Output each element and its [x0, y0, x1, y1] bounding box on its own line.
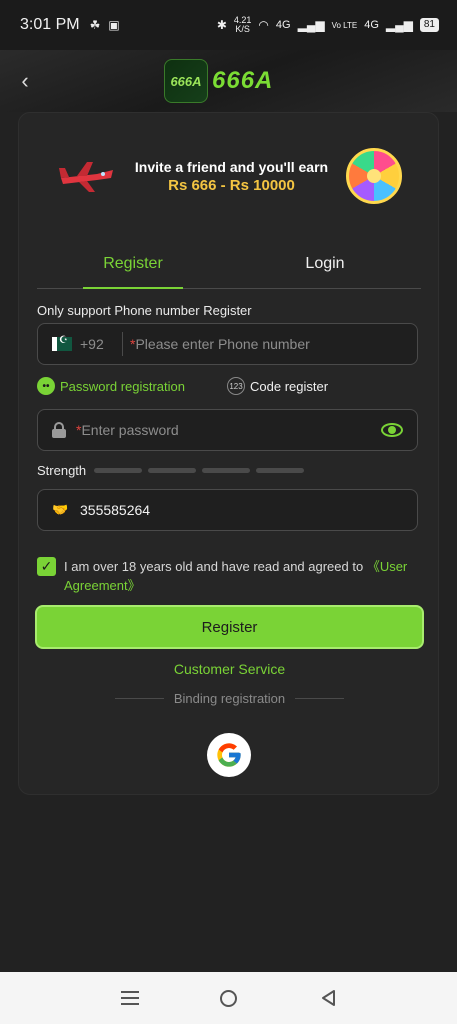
- battery-indicator: 81: [419, 18, 439, 32]
- strength-bar: [148, 468, 197, 473]
- divider: [115, 698, 164, 699]
- password-strength: Strength: [37, 463, 305, 478]
- binding-registration: Binding registration: [115, 691, 345, 706]
- app-header: ‹ 666A 666A: [0, 50, 457, 112]
- agreement-row: ✓ I am over 18 years old and have read a…: [37, 557, 421, 595]
- google-login-button[interactable]: [207, 733, 251, 777]
- prize-wheel-icon: [346, 148, 402, 204]
- strength-bar: [256, 468, 305, 473]
- password-input[interactable]: Enter password: [81, 422, 178, 438]
- password-dots-icon: ••: [37, 377, 55, 395]
- code-icon: 123: [227, 377, 245, 395]
- logo-badge: 666A: [164, 59, 208, 103]
- handshake-icon: 🤝: [52, 502, 69, 517]
- signal-icon-2: ▂▄▆: [385, 18, 413, 32]
- network-label-3: 4G: [364, 19, 379, 31]
- recent-apps-button[interactable]: [115, 983, 145, 1013]
- phone-input[interactable]: Please enter Phone number: [135, 336, 309, 352]
- strength-bar: [202, 468, 251, 473]
- app-logo: 666A 666A: [164, 58, 273, 104]
- signal-icon: ▂▄▆: [297, 18, 325, 32]
- banner-reward: Rs 666 - Rs 10000: [168, 176, 295, 194]
- invite-code-input[interactable]: 355585264: [80, 502, 150, 518]
- agreement-checkbox[interactable]: ✓: [37, 557, 56, 576]
- invite-code-field[interactable]: 🤝 355585264: [37, 489, 418, 531]
- register-card: Invite a friend and you'll earn Rs 666 -…: [18, 112, 439, 795]
- airplane-icon: [59, 162, 113, 192]
- tab-register[interactable]: Register: [37, 249, 229, 289]
- pakistan-flag-icon: [52, 335, 72, 351]
- network-label-1: 4G: [275, 19, 291, 31]
- tab-login[interactable]: Login: [229, 249, 421, 288]
- home-icon: [220, 989, 237, 1007]
- status-time: 3:01 PM: [20, 16, 80, 33]
- google-icon: [217, 743, 241, 767]
- customer-service-link[interactable]: Customer Service: [19, 661, 440, 677]
- phone-field[interactable]: +92 * Please enter Phone number: [37, 323, 418, 365]
- back-button[interactable]: ‹: [10, 66, 40, 96]
- logo-text: 666A: [212, 67, 274, 94]
- system-nav-bar: [0, 972, 457, 1024]
- menu-icon: [120, 991, 139, 1005]
- binding-label: Binding registration: [173, 691, 286, 706]
- bluetooth-icon: ✱: [216, 18, 227, 32]
- app-notification-icon: ▣: [108, 18, 120, 32]
- back-nav-button[interactable]: [313, 983, 343, 1013]
- code-register-option[interactable]: 123 Code register: [227, 377, 328, 395]
- chevron-left-icon: ‹: [21, 68, 29, 93]
- banner-headline: Invite a friend and you'll earn: [134, 158, 329, 175]
- triangle-back-icon: [321, 990, 335, 1006]
- register-button[interactable]: Register: [35, 605, 424, 649]
- password-field[interactable]: *Enter password: [37, 409, 418, 451]
- divider: [295, 698, 345, 699]
- home-button[interactable]: [214, 983, 244, 1013]
- wifi-icon: ◠: [258, 18, 269, 32]
- invite-banner[interactable]: Invite a friend and you'll earn Rs 666 -…: [57, 141, 402, 211]
- notification-icon: ☘: [89, 18, 101, 32]
- support-label: Only support Phone number Register: [37, 303, 252, 318]
- country-code[interactable]: +92: [80, 336, 120, 352]
- network-speed: 4.21 K/S: [233, 15, 252, 34]
- status-bar: 3:01 PM ☘ ▣ ✱ 4.21 K/S ◠ 4G ▂▄▆ Vo LTE 4…: [0, 0, 457, 50]
- eye-icon[interactable]: [381, 423, 403, 437]
- registration-mode-selector: •• Password registration 123 Code regist…: [37, 375, 418, 397]
- agreement-text: I am over 18 years old and have read and…: [64, 559, 367, 574]
- network-label-2: Vo LTE: [331, 20, 358, 30]
- strength-bar: [94, 468, 143, 473]
- password-registration-option[interactable]: •• Password registration: [37, 377, 185, 395]
- strength-label: Strength: [37, 463, 87, 478]
- lock-icon: [52, 422, 66, 438]
- auth-tabs: Register Login: [37, 249, 421, 289]
